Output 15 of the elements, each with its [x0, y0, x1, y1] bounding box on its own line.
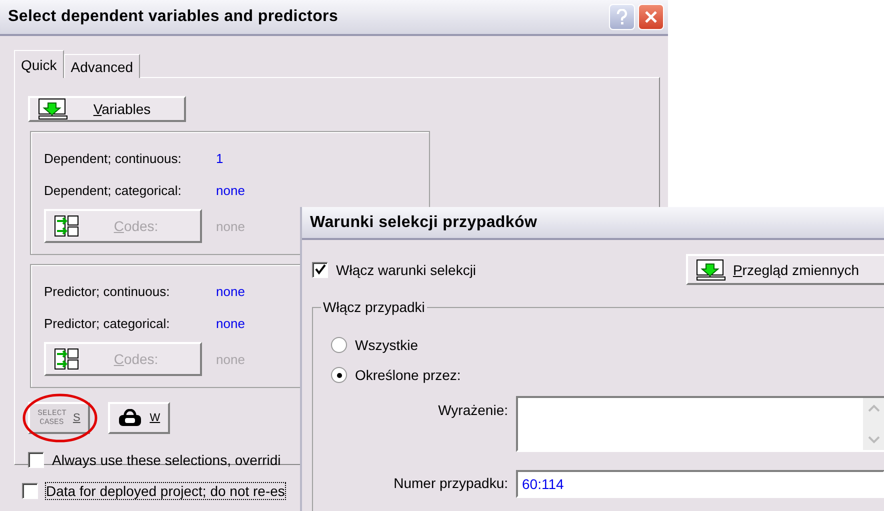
field-value: none: [216, 284, 245, 298]
field-value: none: [216, 316, 245, 330]
field-label: Predictor; continuous:: [44, 284, 171, 298]
field-label: Dependent; categorical:: [44, 182, 182, 198]
field-label: Predictor; categorical:: [44, 316, 171, 330]
field-label: Numer przypadku:: [392, 474, 509, 491]
field-value: 1: [216, 150, 224, 166]
field-label: Wyrażenie:: [437, 401, 509, 418]
codes-value: none: [216, 352, 245, 366]
field-label: Dependent; continuous:: [44, 150, 182, 166]
field-value: none: [216, 182, 245, 198]
window-title: Select dependent variables and predictors: [8, 8, 338, 26]
codes-value: none: [216, 218, 245, 234]
window-title: Warunki selekcji przypadków: [310, 214, 538, 232]
group-label: Włącz przypadki: [321, 299, 427, 315]
